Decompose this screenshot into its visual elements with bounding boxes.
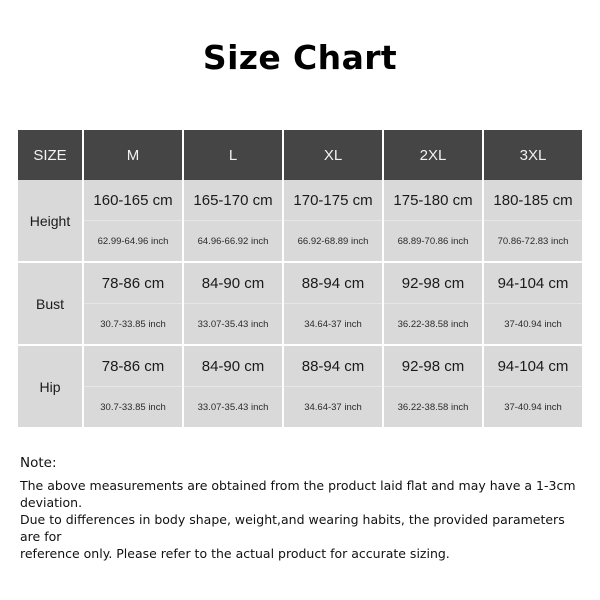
- table-row: 30.7-33.85 inch 33.07-35.43 inch 34.64-3…: [18, 386, 582, 427]
- note-line-3: reference only. Please refer to the actu…: [20, 546, 450, 561]
- cell-height-xl-cm: 170-175 cm: [283, 180, 384, 221]
- header-cell-l: L: [183, 130, 284, 180]
- page-title: Size Chart: [202, 38, 398, 77]
- header-cell-size: SIZE: [18, 130, 84, 180]
- cell-height-m-cm: 160-165 cm: [83, 180, 184, 221]
- cell-bust-2xl-inch: 36.22-38.58 inch: [383, 303, 484, 346]
- cell-bust-xl-inch: 34.64-37 inch: [283, 303, 384, 346]
- cell-height-2xl-inch: 68.89-70.86 inch: [383, 220, 484, 263]
- cell-bust-m-cm: 78-86 cm: [83, 262, 184, 304]
- cell-hip-3xl-cm: 94-104 cm: [483, 345, 582, 387]
- cell-height-l-cm: 165-170 cm: [183, 180, 284, 221]
- size-chart-table: SIZE M L XL 2XL 3XL Height 160-165 cm 16…: [18, 130, 582, 427]
- cell-bust-3xl-inch: 37-40.94 inch: [483, 303, 582, 346]
- cell-hip-l-inch: 33.07-35.43 inch: [183, 386, 284, 427]
- size-chart-page: Size Chart SIZE M L XL 2XL 3XL Height 16…: [0, 0, 600, 600]
- cell-hip-xl-cm: 88-94 cm: [283, 345, 384, 387]
- cell-hip-3xl-inch: 37-40.94 inch: [483, 386, 582, 427]
- cell-height-m-inch: 62.99-64.96 inch: [83, 220, 184, 263]
- cell-bust-2xl-cm: 92-98 cm: [383, 262, 484, 304]
- table-row: Hip 78-86 cm 84-90 cm 88-94 cm 92-98 cm …: [18, 345, 582, 427]
- table-row: 30.7-33.85 inch 33.07-35.43 inch 34.64-3…: [18, 303, 582, 346]
- note-line-2: Due to differences in body shape, weight…: [20, 512, 565, 544]
- cell-hip-2xl-inch: 36.22-38.58 inch: [383, 386, 484, 427]
- row-label-hip: Hip: [18, 345, 84, 427]
- cell-hip-m-inch: 30.7-33.85 inch: [83, 386, 184, 427]
- note-block: Note: The above measurements are obtaine…: [20, 455, 580, 562]
- cell-hip-l-cm: 84-90 cm: [183, 345, 284, 387]
- cell-height-xl-inch: 66.92-68.89 inch: [283, 220, 384, 263]
- cell-hip-xl-inch: 34.64-37 inch: [283, 386, 384, 427]
- cell-height-l-inch: 64.96-66.92 inch: [183, 220, 284, 263]
- note-heading: Note:: [20, 455, 57, 471]
- table-header-row: SIZE M L XL 2XL 3XL: [18, 130, 582, 180]
- cell-bust-l-cm: 84-90 cm: [183, 262, 284, 304]
- cell-height-3xl-inch: 70.86-72.83 inch: [483, 220, 582, 263]
- table-row: Bust 78-86 cm 84-90 cm 88-94 cm 92-98 cm…: [18, 262, 582, 346]
- cell-height-2xl-cm: 175-180 cm: [383, 180, 484, 221]
- cell-bust-3xl-cm: 94-104 cm: [483, 262, 582, 304]
- row-label-bust: Bust: [18, 262, 84, 346]
- cell-hip-m-cm: 78-86 cm: [83, 345, 184, 387]
- header-cell-m: M: [83, 130, 184, 180]
- cell-bust-l-inch: 33.07-35.43 inch: [183, 303, 284, 346]
- header-cell-xl: XL: [283, 130, 384, 180]
- table-row: Height 160-165 cm 165-170 cm 170-175 cm …: [18, 180, 582, 263]
- cell-bust-xl-cm: 88-94 cm: [283, 262, 384, 304]
- note-line-1: The above measurements are obtained from…: [20, 478, 576, 510]
- cell-bust-m-inch: 30.7-33.85 inch: [83, 303, 184, 346]
- row-label-height: Height: [18, 180, 84, 263]
- header-cell-2xl: 2XL: [383, 130, 484, 180]
- table-row: 62.99-64.96 inch 64.96-66.92 inch 66.92-…: [18, 220, 582, 263]
- cell-hip-2xl-cm: 92-98 cm: [383, 345, 484, 387]
- cell-height-3xl-cm: 180-185 cm: [483, 180, 582, 221]
- header-cell-3xl: 3XL: [483, 130, 582, 180]
